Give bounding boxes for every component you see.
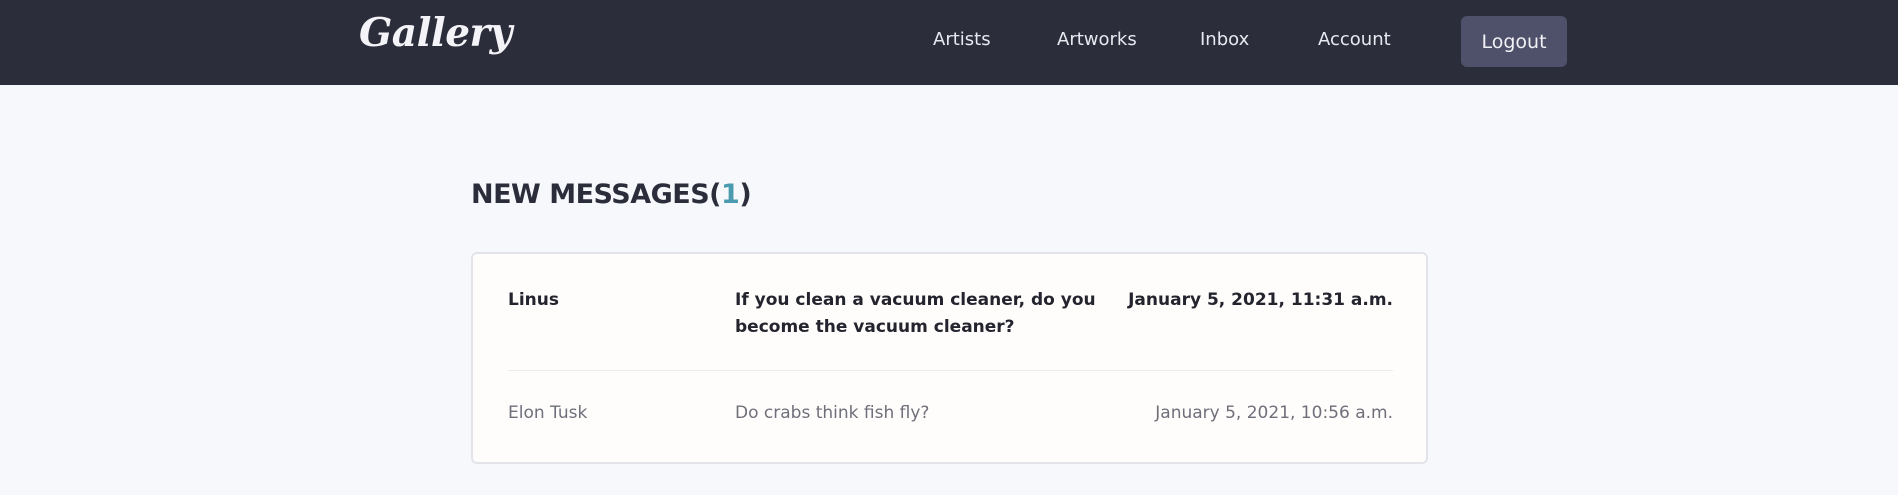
- message-date: January 5, 2021, 10:56 a.m.: [1155, 403, 1393, 423]
- gallery-logo[interactable]: Gallery: [359, 10, 512, 56]
- message-date: January 5, 2021, 11:31 a.m.: [1128, 290, 1393, 310]
- message-sender: Elon Tusk: [508, 403, 588, 423]
- title-open-paren: (: [709, 179, 722, 210]
- message-subject[interactable]: Do crabs think fish fly?: [735, 400, 1175, 427]
- nav-link-artworks[interactable]: Artworks: [1057, 29, 1137, 50]
- row-divider: [508, 370, 1393, 371]
- new-messages-count: 1: [721, 179, 740, 210]
- nav-link-artists[interactable]: Artists: [933, 29, 991, 50]
- nav-link-inbox[interactable]: Inbox: [1200, 29, 1249, 50]
- message-sender: Linus: [508, 290, 559, 310]
- message-row-read[interactable]: Elon Tusk Do crabs think fish fly? Janua…: [508, 400, 1393, 440]
- message-row-unread[interactable]: Linus If you clean a vacuum cleaner, do …: [508, 287, 1393, 367]
- logout-button[interactable]: Logout: [1461, 16, 1567, 67]
- top-navbar: Gallery Artists Artworks Inbox Account L…: [0, 0, 1898, 85]
- message-subject[interactable]: If you clean a vacuum cleaner, do you be…: [735, 287, 1175, 341]
- page-title-text: NEW MESSAGES: [471, 179, 710, 210]
- messages-list: Linus If you clean a vacuum cleaner, do …: [471, 252, 1428, 464]
- page-title: NEW MESSAGES(1): [471, 179, 752, 210]
- title-close-paren: ): [739, 179, 752, 210]
- nav-link-account[interactable]: Account: [1318, 29, 1391, 50]
